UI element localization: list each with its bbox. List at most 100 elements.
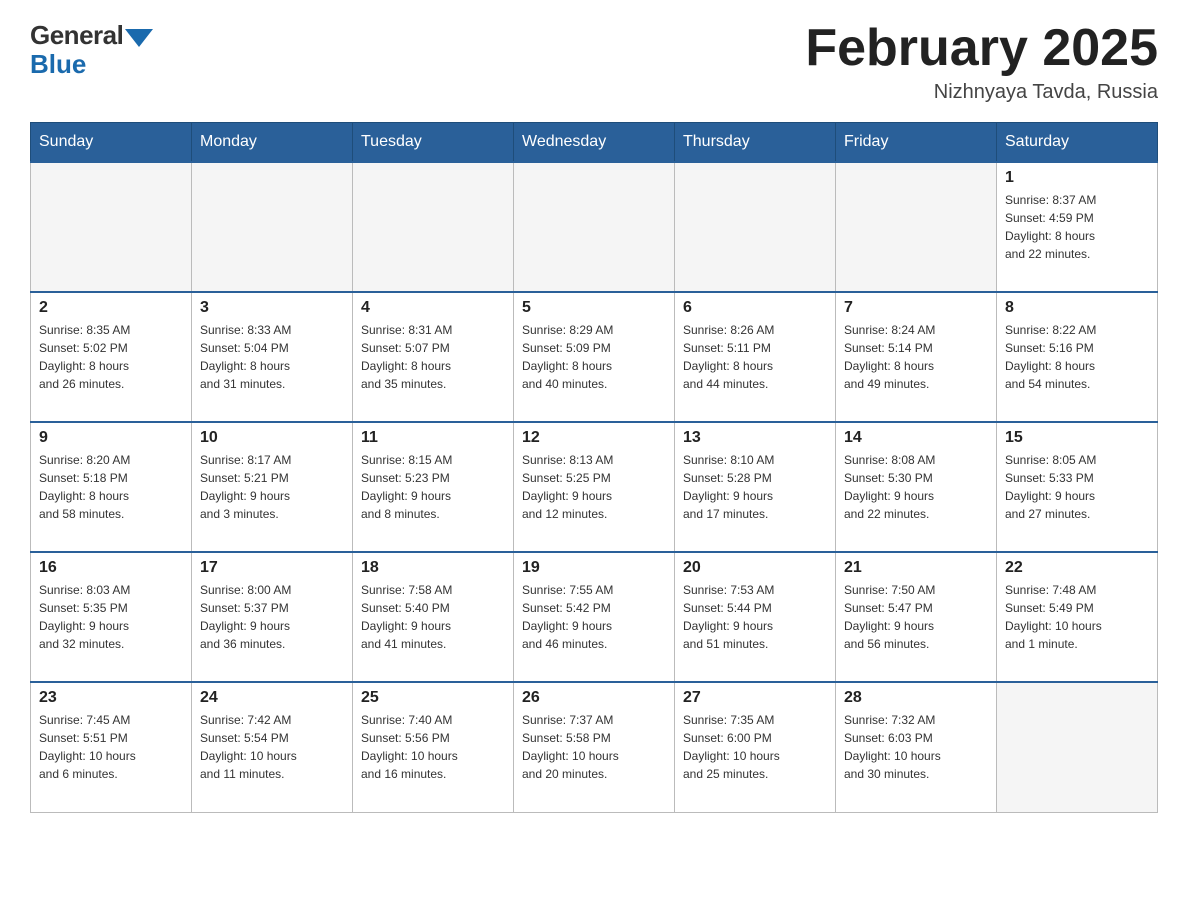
day-number: 15 bbox=[1005, 429, 1149, 447]
day-number: 4 bbox=[361, 299, 505, 317]
logo-blue-text: Blue bbox=[30, 49, 86, 80]
calendar-cell: 21Sunrise: 7:50 AMSunset: 5:47 PMDayligh… bbox=[836, 552, 997, 682]
day-info: Sunrise: 7:42 AMSunset: 5:54 PMDaylight:… bbox=[200, 711, 344, 783]
day-number: 27 bbox=[683, 689, 827, 707]
calendar-cell bbox=[353, 162, 514, 292]
logo: General Blue bbox=[30, 20, 153, 80]
day-info: Sunrise: 8:15 AMSunset: 5:23 PMDaylight:… bbox=[361, 451, 505, 523]
day-number: 5 bbox=[522, 299, 666, 317]
calendar-cell: 9 Sunrise: 8:20 AMSunset: 5:18 PMDaylight… bbox=[31, 422, 192, 552]
calendar-cell: 23 Sunrise: 7:45 AMSunset: 5:51 PMDayligh… bbox=[31, 682, 192, 812]
calendar-cell bbox=[675, 162, 836, 292]
week-row-4: 16 Sunrise: 8:03 AMSunset: 5:35 PMDayligh… bbox=[31, 552, 1158, 682]
day-number: 22 bbox=[1005, 559, 1149, 577]
day-info: Sunrise: 8:08 AMSunset: 5:30 PMDaylight:… bbox=[844, 451, 988, 523]
calendar-cell bbox=[31, 162, 192, 292]
calendar-cell bbox=[192, 162, 353, 292]
calendar-cell: 7Sunrise: 8:24 AMSunset: 5:14 PMDaylight… bbox=[836, 292, 997, 422]
day-info: Sunrise: 8:33 AMSunset: 5:04 PMDaylight:… bbox=[200, 321, 344, 393]
day-number: 23 bbox=[39, 689, 183, 707]
day-number: 11 bbox=[361, 429, 505, 447]
title-area: February 2025 Nizhnyaya Tavda, Russia bbox=[805, 20, 1158, 104]
calendar-cell: 22 Sunrise: 7:48 AMSunset: 5:49 PMDayligh… bbox=[997, 552, 1158, 682]
weekday-header-row: SundayMondayTuesdayWednesdayThursdayFrid… bbox=[31, 123, 1158, 163]
day-info: Sunrise: 8:31 AMSunset: 5:07 PMDaylight:… bbox=[361, 321, 505, 393]
day-number: 9 bbox=[39, 429, 183, 447]
calendar-cell: 12Sunrise: 8:13 AMSunset: 5:25 PMDayligh… bbox=[514, 422, 675, 552]
calendar-cell: 15Sunrise: 8:05 AMSunset: 5:33 PMDayligh… bbox=[997, 422, 1158, 552]
day-number: 8 bbox=[1005, 299, 1149, 317]
weekday-header-thursday: Thursday bbox=[675, 123, 836, 163]
day-number: 19 bbox=[522, 559, 666, 577]
calendar-cell: 17Sunrise: 8:00 AMSunset: 5:37 PMDayligh… bbox=[192, 552, 353, 682]
calendar-cell: 5 Sunrise: 8:29 AMSunset: 5:09 PMDaylight… bbox=[514, 292, 675, 422]
day-info: Sunrise: 7:50 AMSunset: 5:47 PMDaylight:… bbox=[844, 581, 988, 653]
calendar-cell: 25 Sunrise: 7:40 AMSunset: 5:56 PMDayligh… bbox=[353, 682, 514, 812]
calendar-cell: 11 Sunrise: 8:15 AMSunset: 5:23 PMDayligh… bbox=[353, 422, 514, 552]
day-number: 14 bbox=[844, 429, 988, 447]
day-number: 26 bbox=[522, 689, 666, 707]
week-row-5: 23 Sunrise: 7:45 AMSunset: 5:51 PMDayligh… bbox=[31, 682, 1158, 812]
month-title: February 2025 bbox=[805, 20, 1158, 77]
calendar-cell: 3 Sunrise: 8:33 AMSunset: 5:04 PMDaylight… bbox=[192, 292, 353, 422]
day-info: Sunrise: 7:48 AMSunset: 5:49 PMDaylight:… bbox=[1005, 581, 1149, 653]
day-info: Sunrise: 7:45 AMSunset: 5:51 PMDaylight:… bbox=[39, 711, 183, 783]
weekday-header-friday: Friday bbox=[836, 123, 997, 163]
day-info: Sunrise: 7:35 AMSunset: 6:00 PMDaylight:… bbox=[683, 711, 827, 783]
logo-arrow-icon bbox=[125, 29, 153, 47]
day-info: Sunrise: 7:40 AMSunset: 5:56 PMDaylight:… bbox=[361, 711, 505, 783]
week-row-1: 1 Sunrise: 8:37 AMSunset: 4:59 PMDaylight… bbox=[31, 162, 1158, 292]
day-number: 6 bbox=[683, 299, 827, 317]
day-info: Sunrise: 7:55 AMSunset: 5:42 PMDaylight:… bbox=[522, 581, 666, 653]
location-subtitle: Nizhnyaya Tavda, Russia bbox=[805, 81, 1158, 104]
day-info: Sunrise: 8:29 AMSunset: 5:09 PMDaylight:… bbox=[522, 321, 666, 393]
weekday-header-sunday: Sunday bbox=[31, 123, 192, 163]
day-number: 25 bbox=[361, 689, 505, 707]
day-number: 1 bbox=[1005, 169, 1149, 187]
day-info: Sunrise: 8:10 AMSunset: 5:28 PMDaylight:… bbox=[683, 451, 827, 523]
day-info: Sunrise: 7:58 AMSunset: 5:40 PMDaylight:… bbox=[361, 581, 505, 653]
calendar-table: SundayMondayTuesdayWednesdayThursdayFrid… bbox=[30, 122, 1158, 813]
day-info: Sunrise: 8:37 AMSunset: 4:59 PMDaylight:… bbox=[1005, 191, 1149, 263]
calendar-cell: 18 Sunrise: 7:58 AMSunset: 5:40 PMDayligh… bbox=[353, 552, 514, 682]
day-number: 24 bbox=[200, 689, 344, 707]
calendar-cell: 24 Sunrise: 7:42 AMSunset: 5:54 PMDayligh… bbox=[192, 682, 353, 812]
page-header: General Blue February 2025 Nizhnyaya Tav… bbox=[30, 20, 1158, 104]
weekday-header-saturday: Saturday bbox=[997, 123, 1158, 163]
calendar-cell bbox=[997, 682, 1158, 812]
weekday-header-monday: Monday bbox=[192, 123, 353, 163]
day-info: Sunrise: 8:20 AMSunset: 5:18 PMDaylight:… bbox=[39, 451, 183, 523]
calendar-cell: 6Sunrise: 8:26 AMSunset: 5:11 PMDaylight… bbox=[675, 292, 836, 422]
logo-general-text: General bbox=[30, 20, 123, 51]
day-info: Sunrise: 8:03 AMSunset: 5:35 PMDaylight:… bbox=[39, 581, 183, 653]
calendar-cell bbox=[514, 162, 675, 292]
week-row-2: 2Sunrise: 8:35 AMSunset: 5:02 PMDaylight… bbox=[31, 292, 1158, 422]
day-info: Sunrise: 7:37 AMSunset: 5:58 PMDaylight:… bbox=[522, 711, 666, 783]
calendar-cell: 13Sunrise: 8:10 AMSunset: 5:28 PMDayligh… bbox=[675, 422, 836, 552]
day-info: Sunrise: 7:32 AMSunset: 6:03 PMDaylight:… bbox=[844, 711, 988, 783]
calendar-cell: 20 Sunrise: 7:53 AMSunset: 5:44 PMDayligh… bbox=[675, 552, 836, 682]
day-info: Sunrise: 8:17 AMSunset: 5:21 PMDaylight:… bbox=[200, 451, 344, 523]
calendar-cell: 8Sunrise: 8:22 AMSunset: 5:16 PMDaylight… bbox=[997, 292, 1158, 422]
calendar-cell bbox=[836, 162, 997, 292]
day-number: 7 bbox=[844, 299, 988, 317]
day-number: 3 bbox=[200, 299, 344, 317]
calendar-cell: 19 Sunrise: 7:55 AMSunset: 5:42 PMDayligh… bbox=[514, 552, 675, 682]
day-number: 16 bbox=[39, 559, 183, 577]
day-number: 28 bbox=[844, 689, 988, 707]
day-number: 18 bbox=[361, 559, 505, 577]
calendar-cell: 28 Sunrise: 7:32 AMSunset: 6:03 PMDayligh… bbox=[836, 682, 997, 812]
week-row-3: 9 Sunrise: 8:20 AMSunset: 5:18 PMDaylight… bbox=[31, 422, 1158, 552]
day-number: 17 bbox=[200, 559, 344, 577]
calendar-cell: 10Sunrise: 8:17 AMSunset: 5:21 PMDayligh… bbox=[192, 422, 353, 552]
day-info: Sunrise: 7:53 AMSunset: 5:44 PMDaylight:… bbox=[683, 581, 827, 653]
calendar-cell: 27 Sunrise: 7:35 AMSunset: 6:00 PMDayligh… bbox=[675, 682, 836, 812]
day-number: 20 bbox=[683, 559, 827, 577]
calendar-cell: 2Sunrise: 8:35 AMSunset: 5:02 PMDaylight… bbox=[31, 292, 192, 422]
weekday-header-tuesday: Tuesday bbox=[353, 123, 514, 163]
calendar-cell: 4 Sunrise: 8:31 AMSunset: 5:07 PMDaylight… bbox=[353, 292, 514, 422]
weekday-header-wednesday: Wednesday bbox=[514, 123, 675, 163]
calendar-cell: 16 Sunrise: 8:03 AMSunset: 5:35 PMDayligh… bbox=[31, 552, 192, 682]
day-info: Sunrise: 8:13 AMSunset: 5:25 PMDaylight:… bbox=[522, 451, 666, 523]
calendar-cell: 14 Sunrise: 8:08 AMSunset: 5:30 PMDayligh… bbox=[836, 422, 997, 552]
